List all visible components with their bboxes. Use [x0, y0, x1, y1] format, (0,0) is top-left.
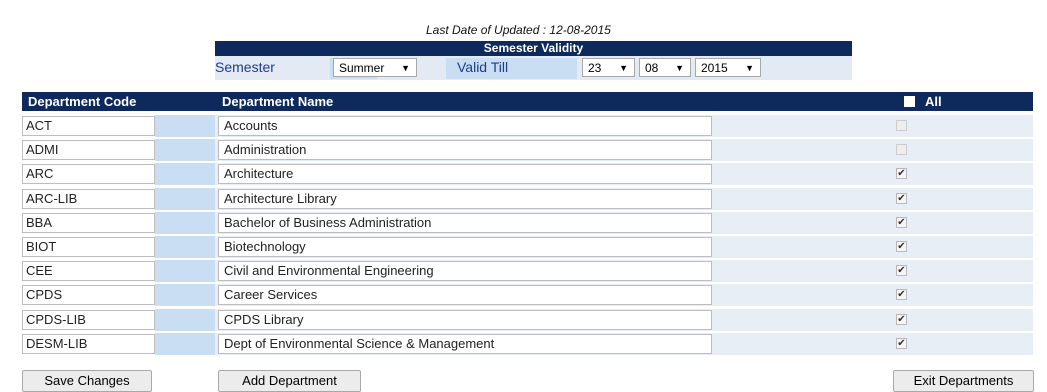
- chevron-down-icon: ▼: [675, 63, 684, 73]
- column-header-name: Department Name: [222, 94, 334, 109]
- year-select-value: 2015: [701, 61, 728, 75]
- department-code-input[interactable]: ARC: [22, 164, 155, 185]
- save-changes-button[interactable]: Save Changes: [22, 370, 152, 392]
- department-code-input[interactable]: CEE: [22, 261, 155, 282]
- code-cell-bg: [155, 308, 215, 331]
- year-select[interactable]: 2015 ▼: [695, 58, 761, 77]
- semester-select[interactable]: Summer ▼: [333, 58, 417, 77]
- month-select[interactable]: 08 ▼: [639, 58, 691, 77]
- department-checkbox[interactable]: ✔: [896, 265, 907, 277]
- checkmark-icon: ✔: [897, 265, 906, 277]
- code-cell-bg: [155, 139, 215, 162]
- department-code-input[interactable]: ACT: [22, 116, 155, 136]
- department-name-input[interactable]: Civil and Environmental Engineering: [218, 261, 712, 282]
- select-all-label: All: [925, 94, 942, 109]
- department-name-input[interactable]: Architecture: [218, 164, 712, 185]
- semester-select-value: Summer: [339, 61, 385, 75]
- semester-validity-header: Semester Validity: [215, 41, 852, 56]
- code-cell-bg: [155, 163, 215, 186]
- chevron-down-icon: ▼: [401, 63, 410, 73]
- add-department-button[interactable]: Add Department: [218, 370, 361, 392]
- select-all-toggle[interactable]: All: [904, 92, 942, 111]
- code-cell-bg: [155, 211, 215, 234]
- table-row: CPDS-LIB CPDS Library ✔: [22, 308, 1033, 331]
- department-code-input[interactable]: ADMI: [22, 140, 155, 161]
- table-row: CEE Civil and Environmental Engineering ✔: [22, 260, 1033, 283]
- checkmark-icon: ✔: [897, 241, 906, 252]
- department-name-input[interactable]: Biotechnology: [218, 237, 712, 257]
- semester-label: Semester: [215, 59, 275, 75]
- department-name-input[interactable]: Accounts: [218, 116, 712, 136]
- table-row: DESM-LIB Dept of Environmental Science & …: [22, 332, 1033, 355]
- table-row: ADMI Administration: [22, 139, 1033, 162]
- department-checkbox[interactable]: ✔: [896, 289, 907, 301]
- table-row: BBA Bachelor of Business Administration ✔: [22, 211, 1033, 234]
- table-row: BIOT Biotechnology ✔: [22, 236, 1033, 258]
- department-code-input[interactable]: ARC-LIB: [22, 188, 155, 209]
- department-table-header: Department Code Department Name All: [22, 92, 1033, 111]
- department-checkbox[interactable]: ✔: [896, 337, 907, 349]
- department-code-input[interactable]: DESM-LIB: [22, 333, 155, 354]
- department-name-input[interactable]: Administration: [218, 140, 712, 161]
- department-checkbox[interactable]: ✔: [896, 313, 907, 325]
- department-name-input[interactable]: Bachelor of Business Administration: [218, 212, 712, 233]
- month-select-value: 08: [645, 61, 659, 75]
- valid-till-label: Valid Till: [457, 59, 509, 75]
- department-name-input[interactable]: CPDS Library: [218, 309, 712, 330]
- department-checkbox[interactable]: ✔: [896, 216, 907, 228]
- department-code-input[interactable]: CPDS-LIB: [22, 309, 155, 330]
- checkmark-icon: ✔: [897, 313, 906, 325]
- day-select-value: 23: [588, 61, 602, 75]
- exit-departments-button[interactable]: Exit Departments: [893, 370, 1034, 392]
- department-checkbox[interactable]: ✔: [896, 241, 907, 252]
- department-checkbox[interactable]: ✔: [896, 168, 907, 180]
- department-checkbox: [896, 144, 907, 156]
- table-row: CPDS Career Services ✔: [22, 284, 1033, 307]
- table-row: ARC-LIB Architecture Library ✔: [22, 187, 1033, 210]
- last-updated-text: Last Date of Updated : 12-08-2015: [426, 23, 611, 37]
- department-name-input[interactable]: Dept of Environmental Science & Manageme…: [218, 333, 712, 354]
- department-checkbox: [896, 120, 907, 131]
- department-code-input[interactable]: BBA: [22, 212, 155, 233]
- department-name-input[interactable]: Career Services: [218, 285, 712, 306]
- chevron-down-icon: ▼: [745, 63, 754, 73]
- select-all-checkbox[interactable]: [904, 96, 915, 107]
- department-checkbox[interactable]: ✔: [896, 192, 907, 204]
- code-cell-bg: [155, 115, 215, 137]
- column-header-code: Department Code: [28, 94, 137, 109]
- checkmark-icon: ✔: [897, 168, 906, 180]
- code-cell-bg: [155, 284, 215, 307]
- department-code-input[interactable]: BIOT: [22, 237, 155, 257]
- code-cell-bg: [155, 332, 215, 355]
- code-cell-bg: [155, 260, 215, 283]
- table-row: ARC Architecture ✔: [22, 163, 1033, 186]
- day-select[interactable]: 23 ▼: [582, 58, 635, 77]
- checkmark-icon: ✔: [897, 216, 906, 228]
- semester-validity-row: Semester Valid Till Summer ▼ 23 ▼ 08 ▼ 2…: [215, 56, 852, 80]
- checkmark-icon: ✔: [897, 289, 906, 301]
- department-name-input[interactable]: Architecture Library: [218, 188, 712, 209]
- chevron-down-icon: ▼: [619, 63, 628, 73]
- code-cell-bg: [155, 187, 215, 210]
- department-manager: Last Date of Updated : 12-08-2015 Semest…: [0, 0, 1047, 392]
- checkmark-icon: ✔: [897, 192, 906, 204]
- table-row: ACT Accounts: [22, 115, 1033, 137]
- department-code-input[interactable]: CPDS: [22, 285, 155, 306]
- checkmark-icon: ✔: [897, 337, 906, 349]
- code-cell-bg: [155, 236, 215, 258]
